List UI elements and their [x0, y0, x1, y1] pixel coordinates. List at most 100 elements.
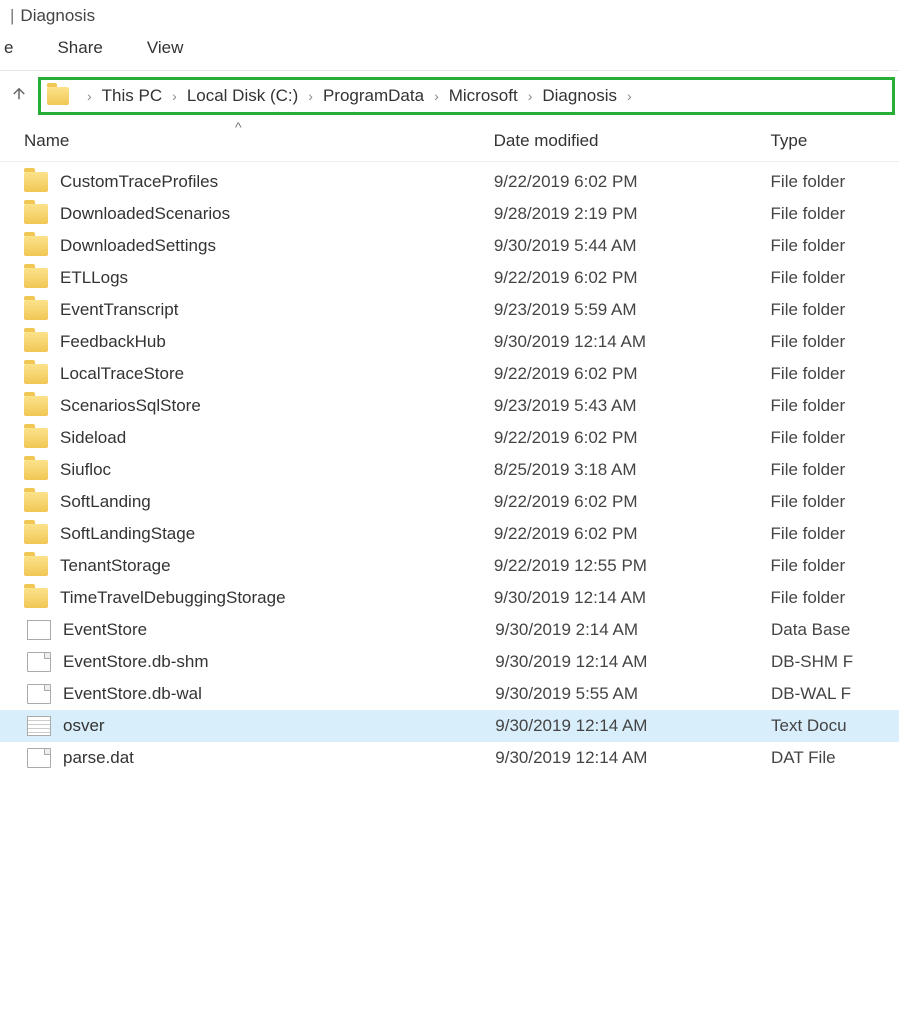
file-date: 9/23/2019 5:59 AM	[494, 300, 771, 320]
breadcrumb-this-pc[interactable]: This PC	[102, 86, 162, 106]
file-date: 9/22/2019 6:02 PM	[494, 268, 771, 288]
file-date: 9/23/2019 5:43 AM	[494, 396, 771, 416]
breadcrumb-programdata[interactable]: ProgramData	[323, 86, 424, 106]
file-date: 9/30/2019 5:55 AM	[495, 684, 771, 704]
sort-ascending-icon: ^	[235, 119, 242, 135]
file-row[interactable]: LocalTraceStore9/22/2019 6:02 PMFile fol…	[0, 358, 899, 390]
file-name: LocalTraceStore	[60, 364, 494, 384]
ribbon-tab-home[interactable]: e	[0, 36, 17, 60]
file-type: File folder	[771, 428, 899, 448]
file-row[interactable]: FeedbackHub9/30/2019 12:14 AMFile folder	[0, 326, 899, 358]
file-row[interactable]: parse.dat9/30/2019 12:14 AMDAT File	[0, 742, 899, 774]
breadcrumb-microsoft[interactable]: Microsoft	[449, 86, 518, 106]
file-type: DAT File	[771, 748, 899, 768]
file-name: EventStore.db-shm	[63, 652, 495, 672]
breadcrumb[interactable]: › This PC › Local Disk (C:) › ProgramDat…	[38, 77, 895, 115]
file-row[interactable]: EventStore.db-wal9/30/2019 5:55 AMDB-WAL…	[0, 678, 899, 710]
file-type: File folder	[771, 492, 899, 512]
list-header: ^ Name Date modified Type	[0, 121, 899, 162]
file-row[interactable]: EventTranscript9/23/2019 5:59 AMFile fol…	[0, 294, 899, 326]
file-type: File folder	[771, 396, 899, 416]
chevron-right-icon: ›	[617, 88, 642, 104]
file-name: ETLLogs	[60, 268, 494, 288]
column-header-date[interactable]: Date modified	[494, 131, 771, 151]
file-row[interactable]: DownloadedSettings9/30/2019 5:44 AMFile …	[0, 230, 899, 262]
file-row[interactable]: DownloadedScenarios9/28/2019 2:19 PMFile…	[0, 198, 899, 230]
nav-up-button[interactable]	[4, 85, 34, 107]
file-type: File folder	[771, 204, 899, 224]
chevron-right-icon: ›	[77, 88, 102, 104]
chevron-right-icon: ›	[518, 88, 543, 104]
folder-icon	[47, 87, 69, 105]
folder-icon	[24, 428, 48, 448]
file-row[interactable]: TimeTravelDebuggingStorage9/30/2019 12:1…	[0, 582, 899, 614]
file-row[interactable]: osver9/30/2019 12:14 AMText Docu	[0, 710, 899, 742]
file-date: 9/28/2019 2:19 PM	[494, 204, 771, 224]
file-row[interactable]: TenantStorage9/22/2019 12:55 PMFile fold…	[0, 550, 899, 582]
column-header-type[interactable]: Type	[770, 131, 899, 151]
breadcrumb-diagnosis[interactable]: Diagnosis	[542, 86, 617, 106]
file-name: Siufloc	[60, 460, 494, 480]
file-type: File folder	[771, 172, 899, 192]
file-name: TimeTravelDebuggingStorage	[60, 588, 494, 608]
file-name: EventTranscript	[60, 300, 494, 320]
file-name: Sideload	[60, 428, 494, 448]
folder-icon	[24, 300, 48, 320]
column-header-name[interactable]: Name	[24, 131, 494, 151]
file-row[interactable]: ETLLogs9/22/2019 6:02 PMFile folder	[0, 262, 899, 294]
file-type: File folder	[771, 364, 899, 384]
file-row[interactable]: ScenariosSqlStore9/23/2019 5:43 AMFile f…	[0, 390, 899, 422]
file-date: 8/25/2019 3:18 AM	[494, 460, 771, 480]
file-date: 9/30/2019 12:14 AM	[494, 588, 771, 608]
file-type: File folder	[771, 524, 899, 544]
folder-icon	[24, 268, 48, 288]
chevron-right-icon: ›	[424, 88, 449, 104]
file-name: FeedbackHub	[60, 332, 494, 352]
folder-icon	[24, 396, 48, 416]
ribbon-tab-share[interactable]: Share	[53, 36, 106, 60]
folder-icon	[24, 460, 48, 480]
file-row[interactable]: EventStore9/30/2019 2:14 AMData Base	[0, 614, 899, 646]
ribbon-tabs: e Share View	[0, 32, 899, 71]
file-icon	[27, 684, 51, 704]
chevron-right-icon: ›	[298, 88, 323, 104]
file-type: DB-WAL F	[771, 684, 899, 704]
file-icon	[27, 748, 51, 768]
file-row[interactable]: Siufloc8/25/2019 3:18 AMFile folder	[0, 454, 899, 486]
folder-icon	[24, 364, 48, 384]
folder-icon	[24, 204, 48, 224]
ribbon-tab-view[interactable]: View	[143, 36, 188, 60]
text-document-icon	[27, 716, 51, 736]
file-icon	[27, 652, 51, 672]
breadcrumb-local-disk[interactable]: Local Disk (C:)	[187, 86, 298, 106]
folder-icon	[24, 236, 48, 256]
folder-icon	[24, 556, 48, 576]
file-name: EventStore	[63, 620, 495, 640]
folder-icon	[24, 172, 48, 192]
file-date: 9/30/2019 2:14 AM	[495, 620, 771, 640]
file-row[interactable]: Sideload9/22/2019 6:02 PMFile folder	[0, 422, 899, 454]
title-bar: | Diagnosis	[0, 0, 899, 32]
file-date: 9/22/2019 6:02 PM	[494, 364, 771, 384]
file-type: File folder	[771, 268, 899, 288]
chevron-right-icon: ›	[162, 88, 187, 104]
address-row: › This PC › Local Disk (C:) › ProgramDat…	[0, 71, 899, 121]
file-date: 9/30/2019 12:14 AM	[495, 652, 771, 672]
file-name: ScenariosSqlStore	[60, 396, 494, 416]
file-date: 9/22/2019 6:02 PM	[494, 172, 771, 192]
file-date: 9/30/2019 5:44 AM	[494, 236, 771, 256]
file-name: SoftLandingStage	[60, 524, 494, 544]
file-row[interactable]: SoftLanding9/22/2019 6:02 PMFile folder	[0, 486, 899, 518]
file-row[interactable]: EventStore.db-shm9/30/2019 12:14 AMDB-SH…	[0, 646, 899, 678]
file-row[interactable]: SoftLandingStage9/22/2019 6:02 PMFile fo…	[0, 518, 899, 550]
file-date: 9/30/2019 12:14 AM	[495, 716, 771, 736]
title-divider: |	[10, 6, 14, 26]
file-name: DownloadedScenarios	[60, 204, 494, 224]
file-row[interactable]: CustomTraceProfiles9/22/2019 6:02 PMFile…	[0, 166, 899, 198]
file-name: parse.dat	[63, 748, 495, 768]
file-type: File folder	[771, 236, 899, 256]
file-name: EventStore.db-wal	[63, 684, 495, 704]
file-name: SoftLanding	[60, 492, 494, 512]
file-type: Data Base	[771, 620, 899, 640]
file-name: TenantStorage	[60, 556, 494, 576]
